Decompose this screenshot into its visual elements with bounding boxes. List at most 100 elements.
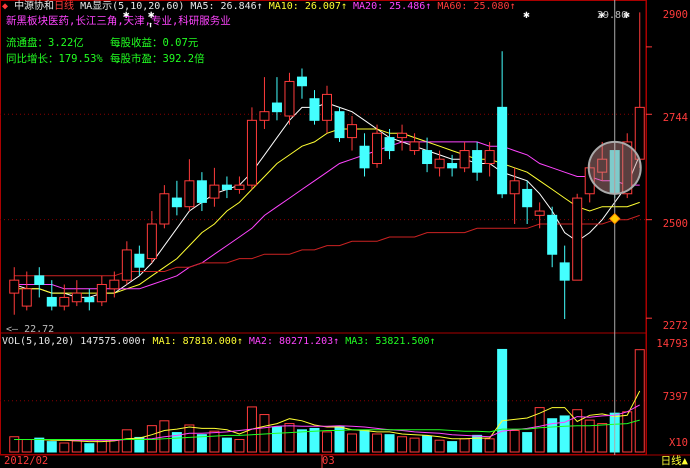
ma-title: MA显示(5,10,20,60)	[80, 1, 185, 12]
candle-body	[284, 80, 295, 117]
sector-tags: 新黑板块医药,长江三角,天津,专业,科研服务业	[6, 15, 231, 27]
ma20-line	[14, 141, 640, 290]
yoy-growth: 同比增长：179.53%	[6, 53, 103, 66]
volume-header: VOL(5,10,20) 147575.000↑ MA1: 87810.000↑…	[2, 336, 436, 348]
vol-axis-unit: X10	[669, 437, 688, 449]
volume-bar	[309, 427, 320, 453]
star-marker-icon: ✱	[523, 8, 530, 21]
pe-label: 每股市盈：	[110, 53, 163, 65]
volume-bar	[296, 429, 307, 453]
candle-body	[634, 106, 645, 160]
candle-body	[171, 197, 182, 208]
volume-bar	[572, 409, 583, 453]
candle-body	[159, 193, 170, 225]
vol-ma3: MA3: 53821.500↑	[345, 336, 436, 347]
candle-body	[259, 111, 270, 121]
float-shares: 流通盘：3.22亿	[6, 37, 84, 50]
up-arrow-icon[interactable]: ▲	[682, 455, 688, 467]
candle-body	[347, 124, 358, 139]
candle-body	[296, 76, 307, 87]
price-axis-bottom: 2272	[662, 320, 688, 332]
volume-bar	[359, 430, 370, 453]
candle-body	[559, 262, 570, 281]
price-header: ◆ 中源协和日线 MA显示(5,10,20,60) MA5: 26.846↑ M…	[2, 1, 516, 13]
price-axis-mid2: 2500	[662, 218, 688, 230]
low-annotation: <— 22.72	[6, 324, 55, 335]
pe-ratio: 每股市盈：392.2倍	[110, 53, 205, 66]
candle-body	[509, 180, 520, 195]
volume-bar	[372, 433, 383, 453]
candle-body	[196, 180, 207, 203]
volume-bar	[34, 437, 45, 453]
volume-bar	[384, 434, 395, 453]
candle-body	[459, 150, 470, 169]
kline-svg[interactable]: ✱ ✱ ✱ ✱ ✱⬆	[0, 0, 690, 468]
candle-body	[84, 296, 95, 303]
candle-body	[96, 283, 107, 303]
growth-value: 179.53%	[58, 53, 103, 65]
candle-body	[234, 184, 245, 190]
candle-body	[334, 111, 345, 139]
candle-body	[271, 102, 282, 113]
header-icon[interactable]: ◆	[2, 1, 8, 12]
candle-body	[34, 275, 45, 285]
volume-bar	[234, 439, 245, 453]
candle-body	[447, 163, 458, 169]
date-left: 2012/02	[4, 455, 49, 467]
candle-body	[522, 188, 533, 208]
volume-bar	[434, 439, 445, 453]
kline-chart-panel[interactable]: ✱ ✱ ✱ ✱ ✱ ⬆ ◆ 中源协和日线 MA显示(5,10,20,60) MA5: 26…	[0, 0, 690, 468]
candle-body	[309, 98, 320, 121]
vol-ma1: MA1: 87810.000↑	[152, 336, 243, 347]
eps-label: 每股收益：	[110, 37, 163, 49]
candle-body	[209, 184, 220, 199]
candle-body	[21, 288, 32, 307]
volume-bar	[522, 432, 533, 453]
volume-bar	[634, 349, 645, 453]
high-annotation: 29.80	[597, 10, 628, 21]
volume-bar	[109, 439, 120, 453]
candle-body	[46, 296, 57, 307]
volume-bar	[422, 435, 433, 453]
candle-body	[184, 180, 195, 208]
candle-body	[9, 279, 20, 294]
volume-bar	[559, 415, 570, 453]
candle-body	[71, 292, 82, 303]
stock-name: 中源协和	[14, 1, 55, 12]
candle-body	[121, 249, 132, 281]
highlight-circle	[587, 140, 642, 195]
volume-bar	[459, 438, 470, 453]
volume-bar	[21, 439, 32, 453]
eps-value: 0.07元	[162, 37, 199, 49]
volume-bar	[509, 430, 520, 453]
candle-body	[572, 197, 583, 281]
volume-bar	[121, 429, 132, 453]
volume-bar	[497, 348, 508, 453]
date-mid: 03	[322, 455, 335, 467]
period-label: 日线	[54, 1, 75, 12]
candle-body	[484, 150, 495, 165]
volume-bar	[584, 419, 595, 453]
vol-ma2: MA2: 80271.203↑	[248, 336, 340, 347]
candle-body	[246, 119, 257, 186]
volume-bar	[71, 440, 82, 453]
candle-body	[497, 106, 508, 195]
volume-bar	[321, 431, 333, 453]
ma10-value: MA10: 26.007↑	[268, 1, 347, 12]
vol-axis-top: 14793	[656, 338, 688, 350]
vol-axis-mid: 7397	[662, 391, 688, 403]
volume-bar	[622, 411, 633, 453]
float-value: 3.22亿	[48, 37, 84, 49]
candle-body	[534, 210, 545, 216]
volume-bar	[284, 423, 295, 453]
volume-bar	[271, 426, 282, 453]
candle-body	[134, 253, 145, 268]
volume-bar	[597, 423, 608, 453]
pe-value: 392.2倍	[162, 53, 205, 65]
candle-body	[146, 223, 157, 260]
volume-bar	[46, 441, 57, 453]
volume-bar	[447, 441, 458, 453]
volume-bar	[209, 430, 220, 453]
period-tab[interactable]: 日线▲	[661, 454, 688, 468]
period-tab-label: 日线	[660, 455, 682, 467]
